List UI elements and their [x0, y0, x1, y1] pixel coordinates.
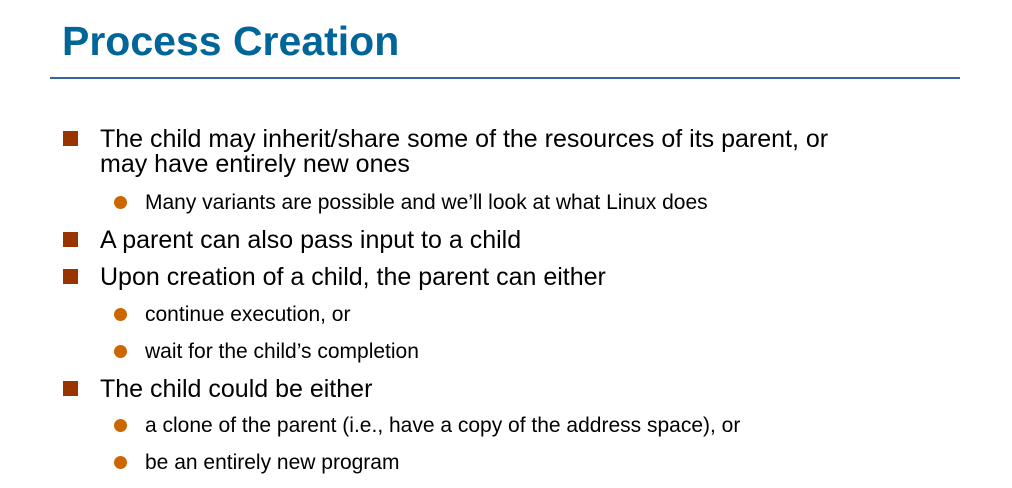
circle-bullet-icon	[114, 456, 127, 469]
sub-bullet-text: a clone of the parent (i.e., have a copy…	[145, 414, 741, 437]
bullet-text: Upon creation of a child, the parent can…	[100, 263, 606, 291]
bullet-text-continued: may have entirely new ones	[100, 150, 410, 178]
bullet-text: A parent can also pass input to a child	[100, 226, 522, 254]
square-bullet-icon	[63, 131, 78, 146]
slide-title: Process Creation	[62, 18, 400, 64]
sub-bullet-text: be an entirely new program	[145, 451, 400, 474]
circle-bullet-icon	[114, 345, 127, 358]
square-bullet-icon	[63, 269, 78, 284]
bullet-text: The child could be either	[100, 375, 373, 403]
circle-bullet-icon	[114, 419, 127, 432]
title-divider	[50, 77, 960, 79]
square-bullet-icon	[63, 381, 78, 396]
square-bullet-icon	[63, 232, 78, 247]
sub-bullet-text: Many variants are possible and we’ll loo…	[145, 191, 708, 214]
bullet-text: The child may inherit/share some of the …	[100, 125, 829, 153]
circle-bullet-icon	[114, 196, 127, 209]
circle-bullet-icon	[114, 308, 127, 321]
sub-bullet-text: continue execution, or	[145, 303, 351, 326]
sub-bullet-text: wait for the child’s completion	[145, 340, 419, 363]
